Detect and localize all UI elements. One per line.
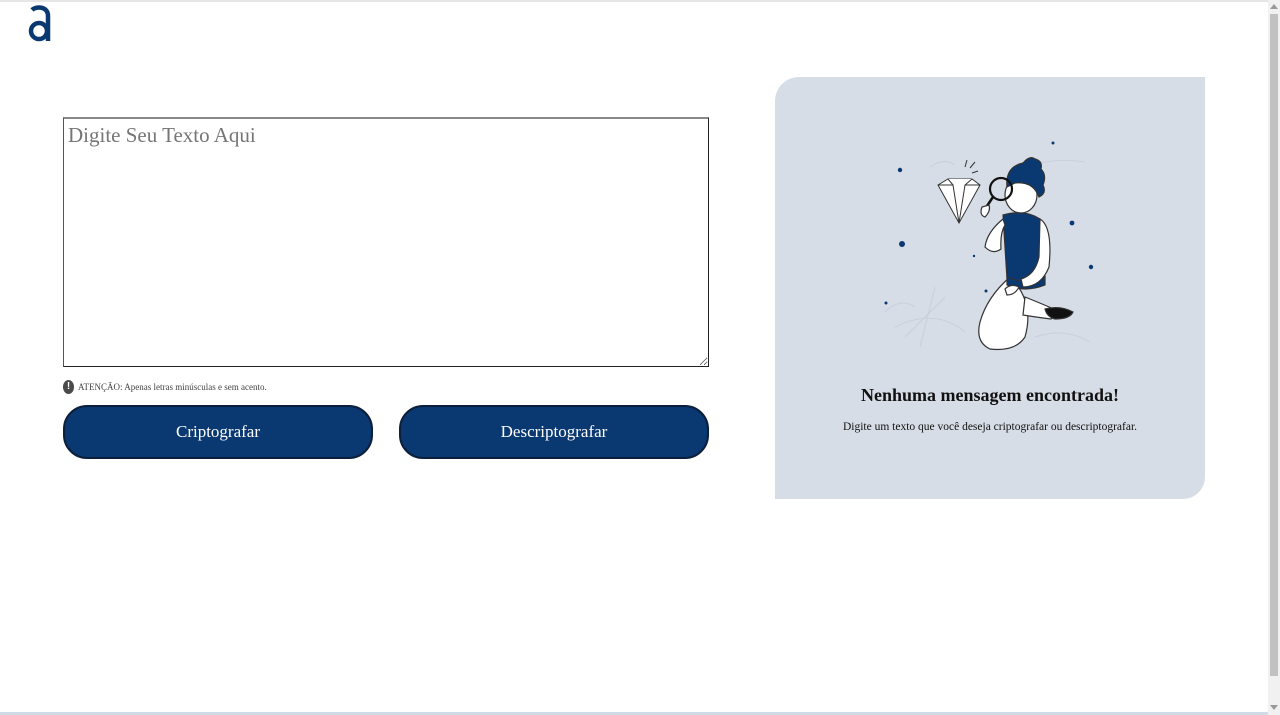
- text-input-container: [63, 117, 709, 367]
- empty-message-subtitle: Digite um texto que você deseja criptogr…: [842, 421, 1138, 433]
- empty-message-title: Nenhuma mensagem encontrada!: [861, 385, 1119, 405]
- text-input[interactable]: [63, 117, 709, 367]
- alura-logo-icon[interactable]: [26, 4, 54, 44]
- warning-text: ATENÇÃO: Apenas letras minúsculas e sem …: [78, 382, 267, 392]
- scroll-up-arrow-icon[interactable]: [1270, 4, 1278, 9]
- scrollbar-thumb[interactable]: [1270, 14, 1278, 676]
- warning-notice: ! ATENÇÃO: Apenas letras minúsculas e se…: [63, 379, 267, 395]
- decrypt-button[interactable]: Descriptografar: [399, 405, 709, 459]
- scroll-down-arrow-icon[interactable]: [1270, 705, 1278, 710]
- encrypt-button[interactable]: Criptografar: [63, 405, 373, 459]
- vertical-scrollbar[interactable]: [1268, 0, 1280, 715]
- person-with-magnifier-illustration: [884, 141, 1094, 351]
- output-panel: Nenhuma mensagem encontrada! Digite um t…: [775, 77, 1205, 499]
- page: ! ATENÇÃO: Apenas letras minúsculas e se…: [0, 0, 1280, 715]
- exclamation-circle-icon: !: [63, 380, 74, 394]
- top-divider: [0, 0, 1268, 2]
